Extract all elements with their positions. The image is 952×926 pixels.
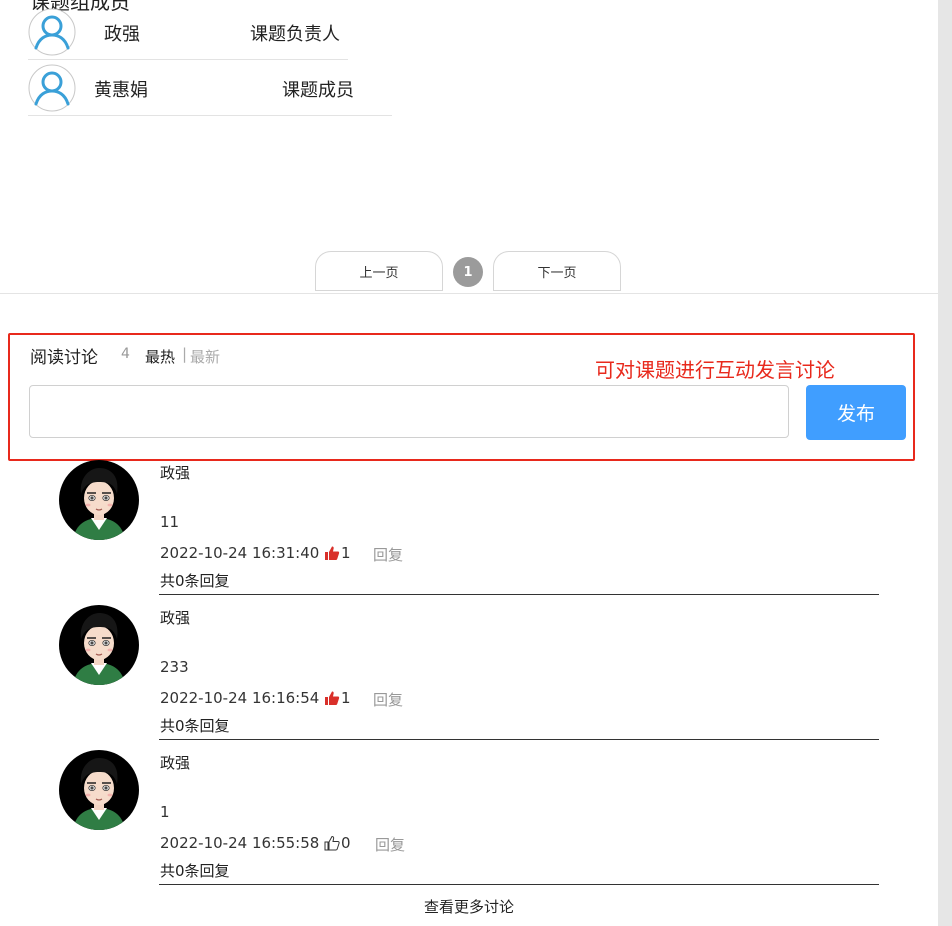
member-role: 课题成员 (282, 80, 354, 101)
like-count: 0 (341, 834, 351, 852)
sort-separator: | (182, 345, 188, 363)
comment-divider (159, 594, 879, 595)
comment-author[interactable]: 政强 (160, 607, 190, 628)
reply-button[interactable]: 回复 (375, 834, 405, 855)
reply-count[interactable]: 共0条回复 (160, 860, 230, 881)
reply-count[interactable]: 共0条回复 (160, 570, 230, 591)
discussion-title: 阅读讨论 (30, 348, 98, 368)
comment-author[interactable]: 政强 (160, 462, 190, 483)
pagination: 上一页 1 下一页 (0, 251, 938, 291)
comment-time: 2022-10-24 16:55:58 (160, 834, 320, 852)
member-row: 政强 课题负责人 (28, 4, 348, 60)
reply-button[interactable]: 回复 (373, 544, 403, 565)
comment-item: 政强 233 2022-10-24 16:16:54 1 回复 共0条回复 (0, 605, 938, 745)
comment-divider (159, 884, 879, 885)
comment-author[interactable]: 政强 (160, 752, 190, 773)
discussion-count: 4 (121, 346, 130, 362)
page-scroll-gutter (938, 0, 952, 926)
sort-new-tab[interactable]: 最新 (190, 346, 220, 367)
member-row: 黄惠娟 课题成员 (28, 60, 392, 116)
comment-divider (159, 739, 879, 740)
reply-count[interactable]: 共0条回复 (160, 715, 230, 736)
section-divider (0, 293, 938, 294)
comment-item: 政强 11 2022-10-24 16:31:40 1 回复 共0条回复 (0, 460, 938, 600)
user-outline-icon (28, 64, 76, 112)
member-name: 政强 (104, 24, 140, 45)
sort-hot-tab[interactable]: 最热 (145, 346, 175, 367)
member-role: 课题负责人 (250, 24, 340, 45)
thumbs-up-filled-icon (325, 546, 340, 560)
like-button[interactable]: 0 (324, 834, 351, 852)
user-avatar[interactable] (59, 460, 139, 540)
like-button[interactable]: 1 (324, 689, 351, 707)
like-count: 1 (341, 689, 351, 707)
user-outline-icon (28, 8, 76, 56)
reply-button[interactable]: 回复 (373, 689, 403, 710)
comment-text: 233 (160, 658, 189, 676)
comment-item: 政强 1 2022-10-24 16:55:58 0 回复 共0条回复 (0, 750, 938, 890)
comment-time: 2022-10-24 16:31:40 (160, 544, 320, 562)
current-page-number[interactable]: 1 (453, 257, 483, 287)
publish-button[interactable]: 发布 (806, 385, 906, 440)
view-more-discussions-link[interactable]: 查看更多讨论 (0, 896, 938, 917)
user-avatar[interactable] (59, 605, 139, 685)
like-button[interactable]: 1 (324, 544, 351, 562)
next-page-button[interactable]: 下一页 (493, 251, 621, 291)
user-avatar[interactable] (59, 750, 139, 830)
thumbs-up-filled-icon (325, 691, 340, 705)
prev-page-button[interactable]: 上一页 (315, 251, 443, 291)
like-count: 1 (341, 544, 351, 562)
comment-time: 2022-10-24 16:16:54 (160, 689, 320, 707)
comment-text: 11 (160, 513, 180, 531)
thumbs-up-outline-icon (324, 835, 340, 851)
member-name: 黄惠娟 (94, 80, 148, 101)
annotation-text: 可对课题进行互动发言讨论 (595, 358, 835, 382)
discussion-input[interactable] (29, 385, 789, 438)
comment-text: 1 (160, 803, 170, 821)
